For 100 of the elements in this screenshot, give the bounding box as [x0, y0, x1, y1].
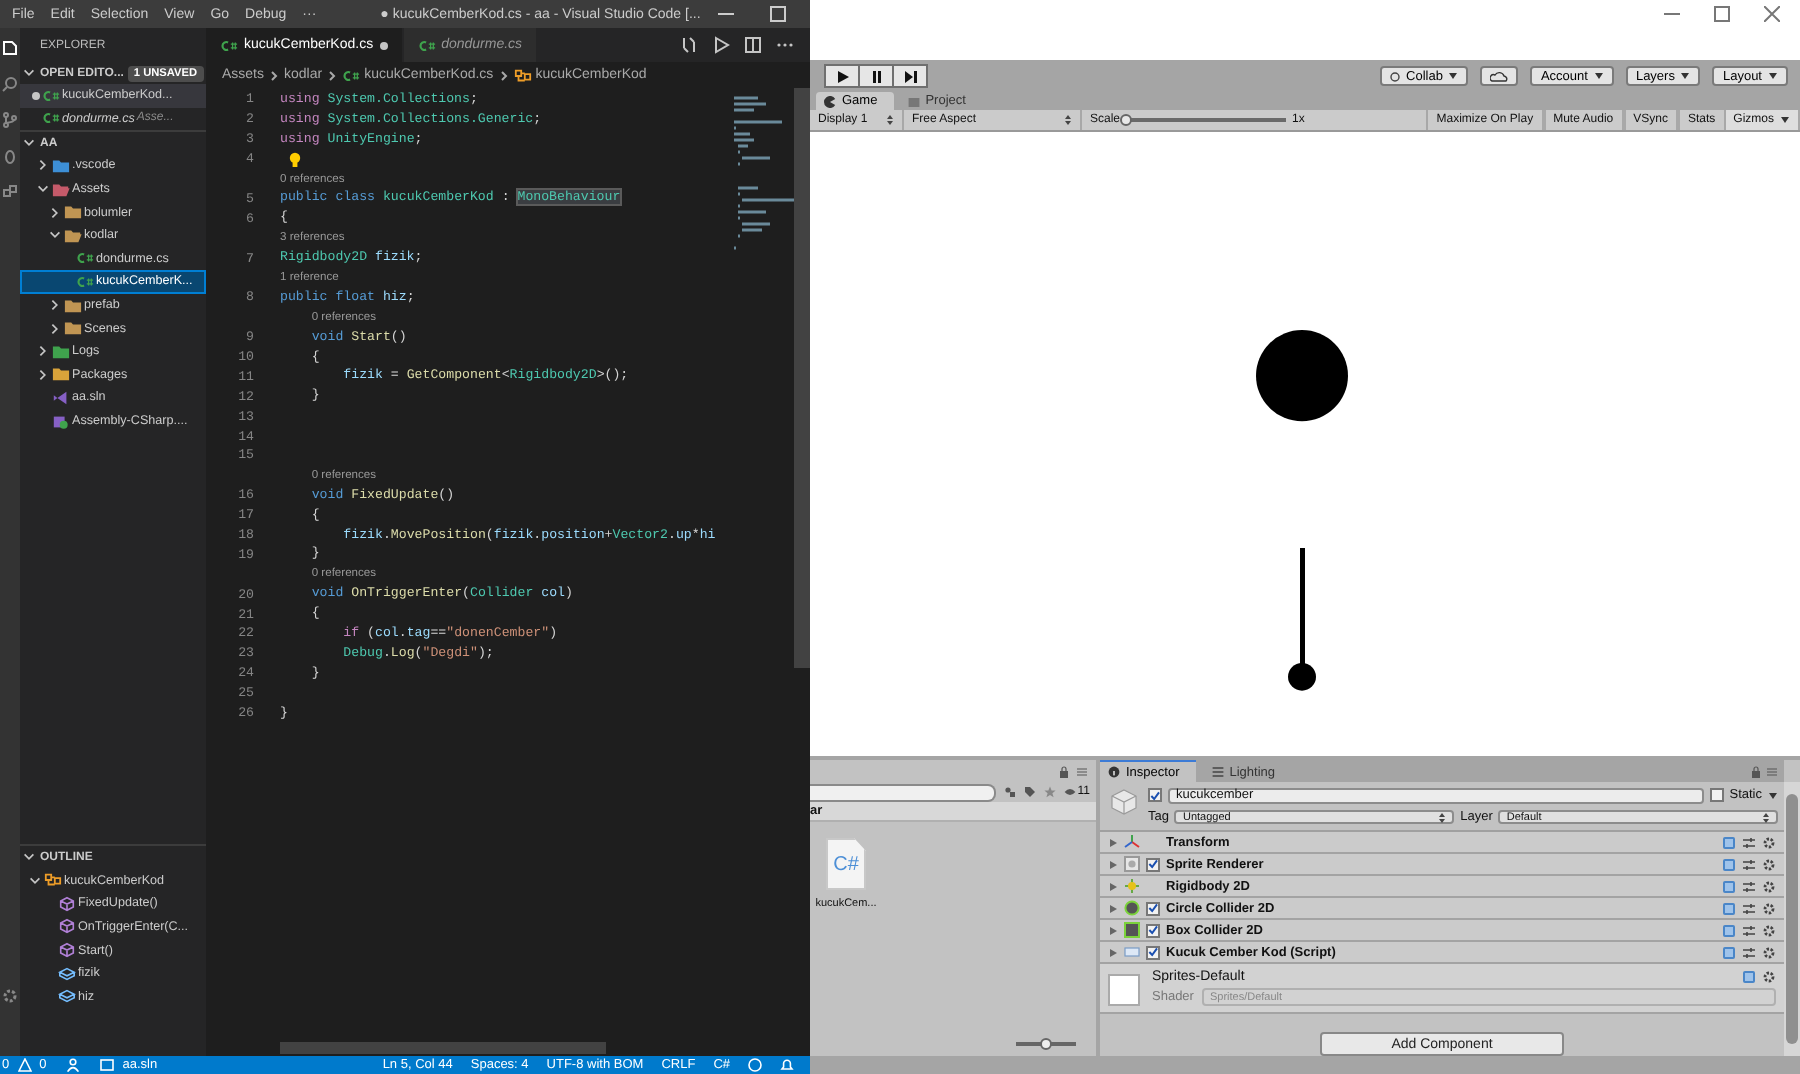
- compare-icon[interactable]: [680, 36, 698, 54]
- updown-icon: [1064, 114, 1072, 126]
- eye-icon: [1063, 786, 1076, 798]
- csharp-file-icon: [42, 110, 60, 127]
- warning-icon[interactable]: [17, 1058, 32, 1072]
- folder-icon: [907, 95, 920, 107]
- vertical-scrollbar[interactable]: [1786, 794, 1798, 1044]
- unsaved-dot-icon: [379, 41, 388, 49]
- expand-triangle-icon[interactable]: [1108, 947, 1118, 957]
- cloud-button[interactable]: [1480, 66, 1519, 86]
- sliders-icon[interactable]: [1742, 901, 1756, 915]
- search-field[interactable]: [810, 783, 996, 801]
- settings-icon[interactable]: [2, 988, 18, 1004]
- csharp-file-icon: [76, 250, 94, 267]
- material-swatch: [1108, 974, 1140, 1006]
- sliders-icon[interactable]: [1742, 945, 1756, 959]
- lock-icon[interactable]: [1058, 765, 1070, 777]
- person-icon[interactable]: [66, 1058, 81, 1072]
- updown-icon: [1762, 811, 1770, 823]
- info-icon: [1108, 766, 1120, 778]
- maximize-icon[interactable]: [1714, 6, 1730, 22]
- chevron-right-icon: [326, 69, 339, 81]
- csharp-file-icon: [76, 273, 94, 290]
- pacman-icon: [824, 95, 836, 107]
- class-icon: [513, 67, 532, 83]
- chevron-down-icon[interactable]: [22, 66, 36, 80]
- chevron-down-icon[interactable]: [48, 228, 62, 243]
- script-icon: [1124, 944, 1140, 960]
- step-button[interactable]: [892, 64, 928, 88]
- project-file-icon: [52, 413, 70, 430]
- sliders-icon[interactable]: [1742, 879, 1756, 893]
- method-icon: [58, 895, 76, 912]
- chevron-down-icon[interactable]: [36, 182, 50, 197]
- run-icon[interactable]: [712, 36, 730, 54]
- caret-icon: [1680, 72, 1691, 80]
- unsaved-dot-icon: [32, 91, 40, 100]
- search-icon[interactable]: [2, 76, 18, 92]
- expand-triangle-icon[interactable]: [1108, 925, 1118, 935]
- folder-icon: [100, 1058, 115, 1072]
- expand-triangle-icon[interactable]: [1108, 881, 1118, 891]
- enable-checkbox[interactable]: [1146, 923, 1160, 937]
- method-icon: [58, 942, 76, 959]
- csharp-file-icon: [42, 87, 60, 104]
- axes-icon: [1124, 834, 1140, 850]
- expand-triangle-icon[interactable]: [1108, 859, 1118, 869]
- tag-icon[interactable]: [1023, 786, 1036, 798]
- circle-collider-icon: [1124, 900, 1140, 916]
- csharp-file-icon: [417, 37, 436, 53]
- bell-icon[interactable]: [780, 1058, 794, 1072]
- play-button[interactable]: [824, 64, 860, 88]
- horizontal-scrollbar[interactable]: [280, 1042, 606, 1054]
- chevron-right-icon: [497, 69, 510, 81]
- field-icon: [58, 965, 76, 982]
- files-icon[interactable]: [2, 40, 18, 56]
- slider-thumb[interactable]: [1040, 1037, 1052, 1049]
- expand-triangle-icon[interactable]: [1108, 903, 1118, 913]
- vertical-scrollbar[interactable]: [794, 88, 810, 668]
- caret-icon: [1768, 791, 1778, 799]
- cube-icon: [1108, 786, 1140, 818]
- filter-icon[interactable]: [1003, 786, 1016, 798]
- split-editor-icon[interactable]: [744, 36, 762, 54]
- sprite-icon: [1124, 856, 1140, 872]
- slider-thumb[interactable]: [1120, 113, 1133, 125]
- pause-icon: [869, 69, 883, 83]
- caret-icon: [1780, 116, 1790, 124]
- field-icon: [58, 988, 76, 1005]
- step-icon: [903, 69, 917, 83]
- updown-icon: [1438, 811, 1447, 823]
- chevron-right-icon[interactable]: [48, 205, 62, 220]
- sliders-icon[interactable]: [1742, 857, 1756, 871]
- close-icon[interactable]: [1764, 6, 1780, 22]
- expand-triangle-icon[interactable]: [1108, 837, 1118, 847]
- star-icon[interactable]: [1043, 786, 1056, 798]
- pin-drawing: [1288, 548, 1316, 691]
- maximize-icon[interactable]: [770, 6, 787, 22]
- script-file-icon: C#: [826, 838, 866, 890]
- pause-button[interactable]: [858, 64, 894, 88]
- lock-icon[interactable]: [1750, 765, 1762, 777]
- cloud-icon: [1490, 70, 1509, 82]
- rigidbody-icon: [1124, 878, 1140, 894]
- enable-checkbox[interactable]: [1146, 857, 1160, 871]
- lightbulb-icon[interactable]: [288, 151, 302, 168]
- sliders-icon[interactable]: [1742, 835, 1756, 849]
- chevron-right-icon[interactable]: [36, 158, 50, 173]
- class-icon: [44, 872, 62, 889]
- static-checkbox[interactable]: [1709, 788, 1724, 802]
- caret-icon: [1448, 72, 1459, 80]
- branch-icon[interactable]: [2, 112, 18, 128]
- chevron-down-icon[interactable]: [22, 136, 36, 151]
- active-checkbox[interactable]: [1148, 788, 1162, 802]
- method-icon: [58, 918, 76, 935]
- box-collider-icon: [1124, 922, 1140, 938]
- enable-checkbox[interactable]: [1146, 945, 1160, 959]
- sliders-icon[interactable]: [1742, 923, 1756, 937]
- ball-drawing: [1256, 330, 1348, 422]
- updown-icon: [886, 114, 894, 126]
- enable-checkbox[interactable]: [1146, 901, 1160, 915]
- caret-icon: [1593, 72, 1604, 80]
- extensions-icon[interactable]: [2, 184, 18, 200]
- chevron-right-icon: [268, 69, 281, 81]
